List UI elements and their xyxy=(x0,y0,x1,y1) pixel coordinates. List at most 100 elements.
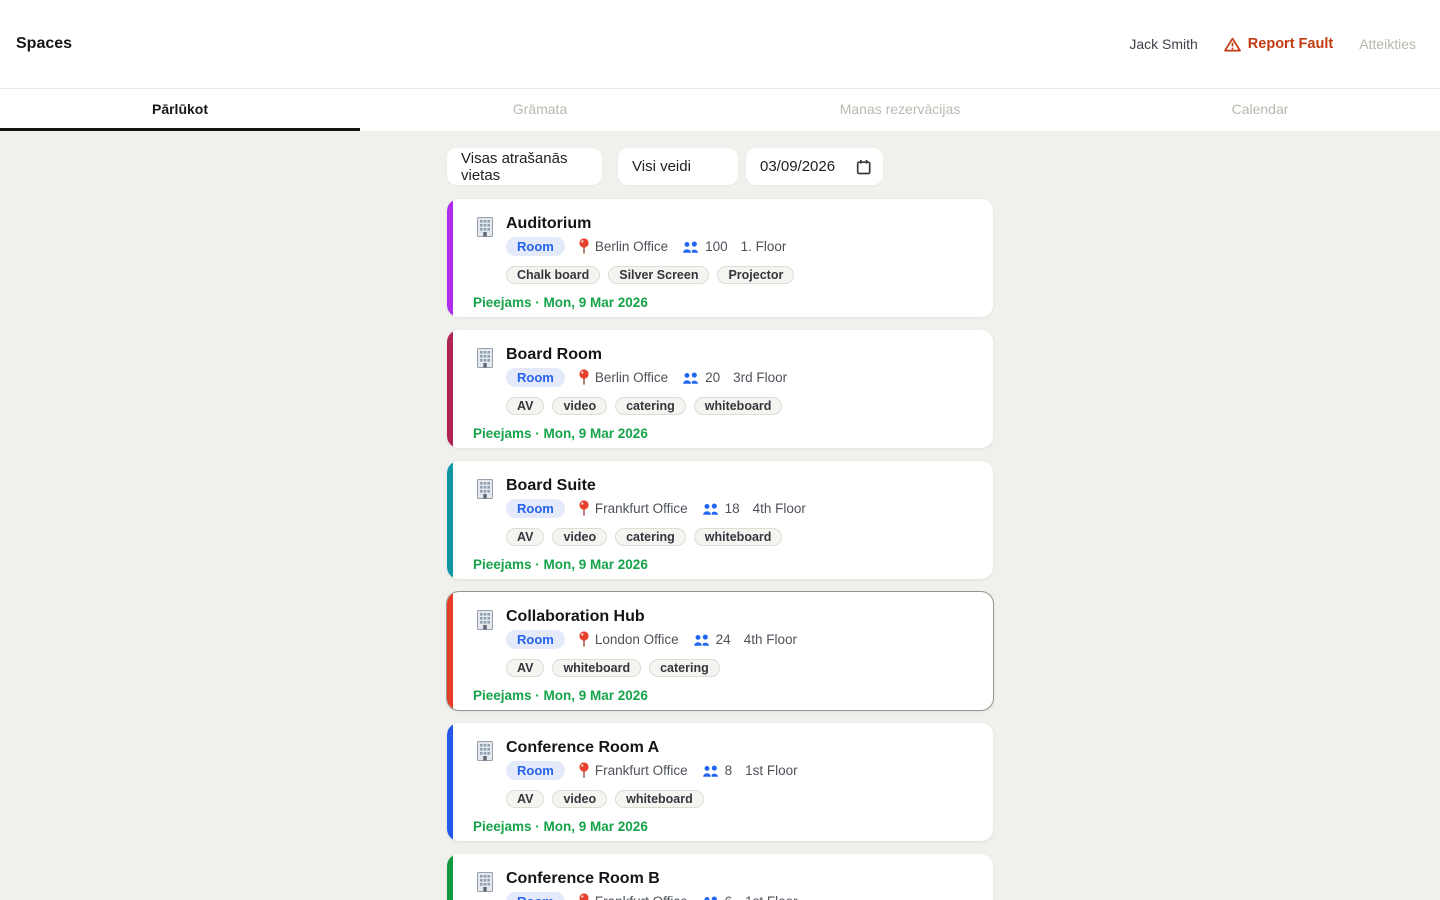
amenity-tag: video xyxy=(552,397,608,415)
amenity-tags: Chalk board Silver Screen Projector xyxy=(506,266,973,284)
type-filter-select[interactable]: Visi veidi xyxy=(618,148,738,185)
room-type-badge: Room xyxy=(506,892,565,900)
room-accent-bar xyxy=(447,592,453,710)
room-card-conference-room-b[interactable]: Conference Room B Room xyxy=(447,854,993,900)
room-name: Board Suite xyxy=(506,477,596,494)
amenity-tag: catering xyxy=(649,659,720,677)
room-card-conference-room-a[interactable]: Conference Room A Room Frankfurt Office … xyxy=(447,723,993,841)
amenity-tag: video xyxy=(552,528,608,546)
room-accent-bar xyxy=(447,854,453,900)
room-type-badge: Room xyxy=(506,630,565,649)
room-capacity: 6 xyxy=(701,894,732,900)
calendar-icon[interactable] xyxy=(856,159,871,175)
tab-calendar[interactable]: Calendar xyxy=(1080,89,1440,131)
room-name: Auditorium xyxy=(506,215,592,232)
room-location: Frankfurt Office xyxy=(578,893,688,900)
room-card-board-room[interactable]: Board Room Room Berlin Office 20 3rd Flo… xyxy=(447,330,993,448)
room-accent-bar xyxy=(447,330,453,448)
people-capacity-icon xyxy=(692,633,711,647)
office-building-icon xyxy=(473,739,497,780)
amenity-tags: AV video whiteboard xyxy=(506,790,973,808)
warning-triangle-icon xyxy=(1223,37,1241,52)
logout-button[interactable]: Atteikties xyxy=(1359,36,1416,52)
map-pin-icon xyxy=(578,762,590,779)
amenity-tag: catering xyxy=(615,397,686,415)
map-pin-icon xyxy=(578,238,590,255)
map-pin-icon xyxy=(578,369,590,386)
amenity-tag: Chalk board xyxy=(506,266,601,284)
map-pin-icon xyxy=(578,500,590,517)
amenity-tag: AV xyxy=(506,659,545,677)
room-capacity: 8 xyxy=(701,763,732,778)
map-pin-icon xyxy=(578,631,590,648)
main-tabs: Pārlūkot Grāmata Manas rezervācijas Cale… xyxy=(0,88,1440,131)
room-name: Conference Room A xyxy=(506,739,660,756)
room-location: Frankfurt Office xyxy=(578,762,688,779)
room-floor: 4th Floor xyxy=(752,501,806,516)
date-value: 03/09/2026 xyxy=(760,158,836,175)
amenity-tag: Silver Screen xyxy=(608,266,710,284)
availability-status: Pieejams · Mon, 9 Mar 2026 xyxy=(473,557,648,572)
availability-status: Pieejams · Mon, 9 Mar 2026 xyxy=(473,295,648,310)
people-capacity-icon xyxy=(701,895,720,900)
room-accent-bar xyxy=(447,461,453,579)
room-name: Board Room xyxy=(506,346,602,363)
amenity-tags: AV whiteboard catering xyxy=(506,659,973,677)
office-building-icon xyxy=(473,870,497,900)
room-floor: 1st Floor xyxy=(745,894,798,900)
browse-content: Visas atrašanās vietas Visi veidi 03/09/… xyxy=(0,131,1440,900)
user-name: Jack Smith xyxy=(1129,36,1198,52)
amenity-tag: Projector xyxy=(717,266,795,284)
room-floor: 1. Floor xyxy=(740,239,787,254)
people-capacity-icon xyxy=(701,502,720,516)
availability-status: Pieejams · Mon, 9 Mar 2026 xyxy=(473,819,648,834)
location-filter-select[interactable]: Visas atrašanās vietas xyxy=(447,148,602,185)
room-card-board-suite[interactable]: Board Suite Room Frankfurt Office 18 4th… xyxy=(447,461,993,579)
room-capacity: 18 xyxy=(701,501,740,516)
availability-status: Pieejams · Mon, 9 Mar 2026 xyxy=(473,688,648,703)
amenity-tag: whiteboard xyxy=(615,790,704,808)
people-capacity-icon xyxy=(701,764,720,778)
report-fault-button[interactable]: Report Fault xyxy=(1223,36,1334,52)
amenity-tag: video xyxy=(552,790,608,808)
room-floor: 4th Floor xyxy=(743,632,797,647)
room-card-auditorium[interactable]: Auditorium Room Berlin Office 100 1. Flo… xyxy=(447,199,993,317)
availability-status: Pieejams · Mon, 9 Mar 2026 xyxy=(473,426,648,441)
date-filter-input[interactable]: 03/09/2026 xyxy=(746,148,883,185)
tab-gramata[interactable]: Grāmata xyxy=(360,89,720,131)
amenity-tags: AV video catering whiteboard xyxy=(506,528,973,546)
room-name: Collaboration Hub xyxy=(506,608,645,625)
tab-parlukot[interactable]: Pārlūkot xyxy=(0,89,360,131)
room-accent-bar xyxy=(447,723,453,841)
room-floor: 1st Floor xyxy=(745,763,798,778)
amenity-tag: whiteboard xyxy=(693,397,783,415)
tab-manas-rezervacijas[interactable]: Manas rezervācijas xyxy=(720,89,1080,131)
amenity-tag: AV xyxy=(506,790,545,808)
room-type-badge: Room xyxy=(506,368,565,387)
room-list: Auditorium Room Berlin Office 100 1. Flo… xyxy=(447,199,993,900)
room-accent-bar xyxy=(447,199,453,317)
amenity-tag: catering xyxy=(615,528,686,546)
header-actions: Jack Smith Report Fault Atteikties xyxy=(1129,36,1416,52)
amenity-tag: whiteboard xyxy=(693,528,783,546)
room-location: Berlin Office xyxy=(578,238,668,255)
room-location: Berlin Office xyxy=(578,369,668,386)
room-type-badge: Room xyxy=(506,761,565,780)
report-fault-label: Report Fault xyxy=(1247,36,1334,52)
amenity-tag: AV xyxy=(506,528,545,546)
room-card-collaboration-hub[interactable]: Collaboration Hub Room London Office 24 … xyxy=(447,592,993,710)
room-capacity: 20 xyxy=(681,370,720,385)
office-building-icon xyxy=(473,346,497,387)
room-name: Conference Room B xyxy=(506,870,660,887)
room-type-badge: Room xyxy=(506,499,565,518)
map-pin-icon xyxy=(578,893,590,900)
office-building-icon xyxy=(473,608,497,649)
filter-bar: Visas atrašanās vietas Visi veidi 03/09/… xyxy=(447,148,993,185)
room-type-badge: Room xyxy=(506,237,565,256)
amenity-tag: whiteboard xyxy=(552,659,642,677)
room-floor: 3rd Floor xyxy=(733,370,788,385)
room-location: Frankfurt Office xyxy=(578,500,688,517)
office-building-icon xyxy=(473,477,497,518)
room-location: London Office xyxy=(578,631,679,648)
amenity-tag: AV xyxy=(506,397,545,415)
